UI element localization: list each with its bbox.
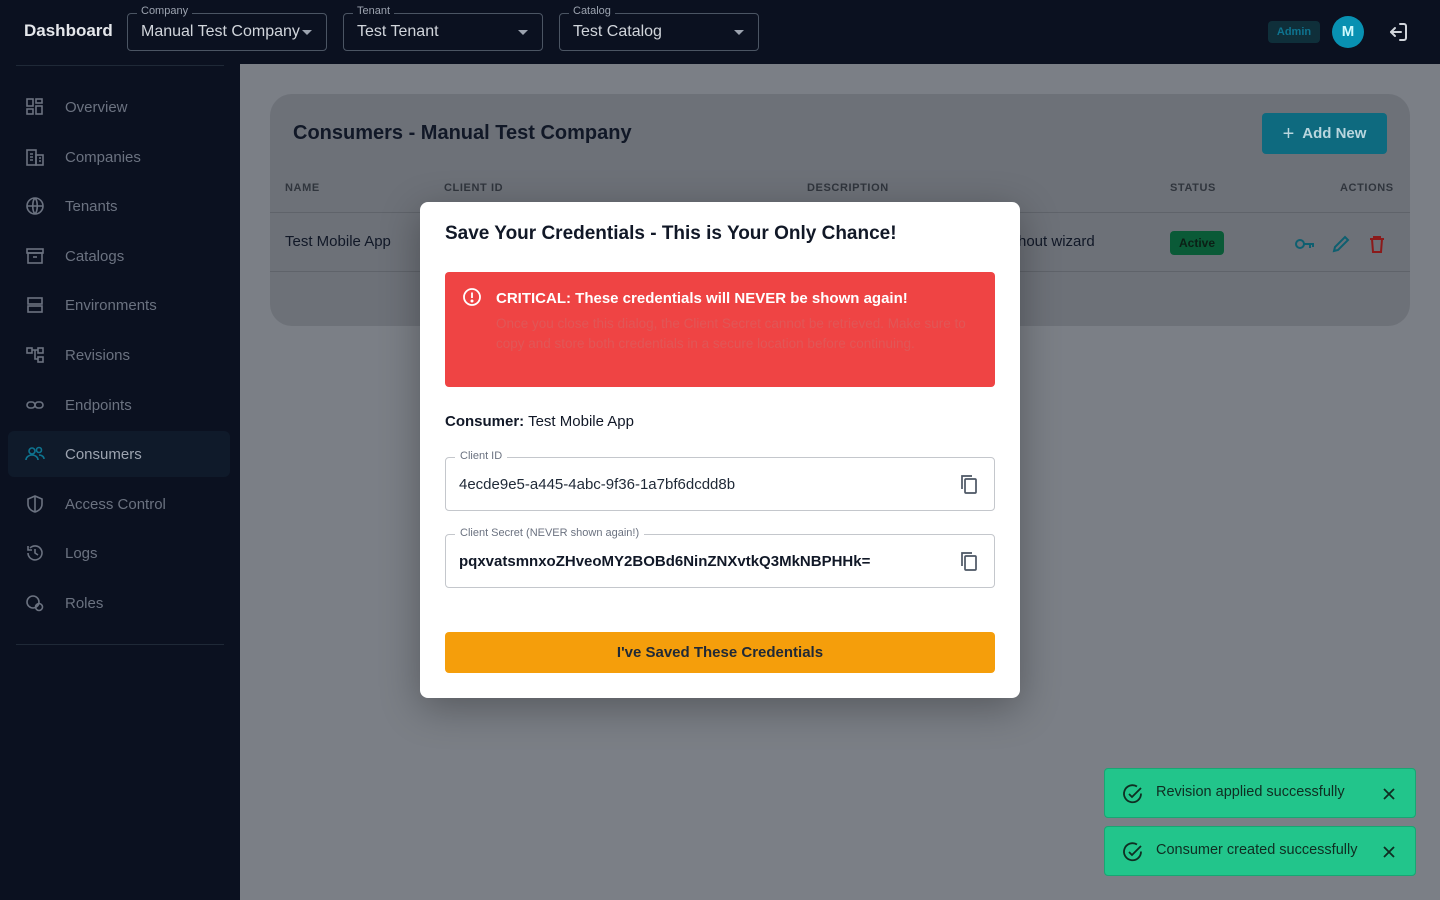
status-badge: Active bbox=[1170, 231, 1224, 255]
client-secret-label: Client Secret (NEVER shown again!) bbox=[455, 527, 645, 539]
column-header-status[interactable]: STATUS bbox=[1170, 182, 1216, 194]
sidebar-item-tenants[interactable]: Tenants bbox=[8, 183, 230, 229]
tenant-select-label: Tenant bbox=[353, 5, 395, 17]
page-title: Consumers - Manual Test Company bbox=[293, 122, 632, 144]
toast-consumer-created: Consumer created successfully bbox=[1104, 826, 1416, 876]
sidebar-item-logs[interactable]: Logs bbox=[8, 530, 230, 576]
column-header-description[interactable]: DESCRIPTION bbox=[807, 182, 889, 194]
client-secret-field[interactable]: Client Secret (NEVER shown again!) pqxva… bbox=[445, 527, 995, 588]
consumer-line: Consumer: Test Mobile App bbox=[445, 413, 634, 430]
company-select[interactable]: Company Manual Test Company bbox=[127, 5, 327, 51]
client-id-value[interactable]: 4ecde9e5-a445-4abc-9f36-1a7bf6dcdd8b bbox=[459, 476, 735, 493]
sidebar-item-label: Overview bbox=[65, 98, 128, 116]
critical-alert: CRITICAL: These credentials will NEVER b… bbox=[445, 272, 995, 387]
catalog-select[interactable]: Catalog Test Catalog bbox=[559, 5, 759, 51]
check-circle-icon bbox=[1122, 783, 1144, 805]
toast-message: Revision applied successfully bbox=[1156, 784, 1345, 800]
saved-credentials-button[interactable]: I've Saved These Credentials bbox=[445, 632, 995, 673]
copy-icon[interactable] bbox=[958, 550, 980, 572]
catalog-select-value: Test Catalog bbox=[573, 23, 662, 40]
users-icon bbox=[25, 444, 45, 464]
building-icon bbox=[25, 147, 45, 167]
column-header-name[interactable]: NAME bbox=[285, 182, 320, 194]
chevron-down-icon bbox=[734, 30, 744, 35]
grid-icon bbox=[25, 97, 45, 117]
sidebar-item-label: Catalogs bbox=[65, 247, 125, 265]
plus-icon: + bbox=[1282, 122, 1295, 145]
sidebar-item-environments[interactable]: Environments bbox=[8, 282, 230, 328]
check-circle-icon bbox=[1122, 841, 1144, 863]
chevron-down-icon bbox=[518, 30, 528, 35]
toast-message: Consumer created successfully bbox=[1156, 842, 1358, 858]
tree-icon bbox=[25, 345, 45, 365]
role-icon bbox=[25, 593, 45, 613]
alert-body: Once you close this dialog, the Client S… bbox=[496, 316, 966, 351]
history-icon bbox=[25, 543, 45, 563]
edit-icon[interactable] bbox=[1330, 233, 1352, 255]
brand-title[interactable]: Dashboard bbox=[24, 21, 113, 41]
sidebar: Overview Companies Tenants Catalogs Envi… bbox=[0, 64, 240, 900]
consumer-name: Test Mobile App bbox=[528, 413, 634, 430]
sidebar-divider-bottom bbox=[16, 644, 224, 645]
close-icon[interactable] bbox=[1380, 785, 1398, 803]
client-id-field[interactable]: Client ID 4ecde9e5-a445-4abc-9f36-1a7bf6… bbox=[445, 450, 995, 511]
avatar[interactable]: M bbox=[1332, 16, 1364, 48]
shield-icon bbox=[25, 494, 45, 514]
consumer-label: Consumer: bbox=[445, 413, 525, 430]
client-id-label: Client ID bbox=[455, 450, 508, 462]
server-icon bbox=[25, 295, 45, 315]
sidebar-item-consumers[interactable]: Consumers bbox=[8, 431, 230, 477]
top-bar: Dashboard Company Manual Test Company Te… bbox=[0, 0, 1440, 64]
close-icon[interactable] bbox=[1380, 843, 1398, 861]
archive-icon bbox=[25, 246, 45, 266]
sidebar-item-overview[interactable]: Overview bbox=[8, 84, 230, 130]
sidebar-item-label: Consumers bbox=[65, 445, 142, 463]
chevron-down-icon bbox=[302, 30, 312, 35]
link-icon bbox=[25, 395, 45, 415]
sidebar-item-label: Endpoints bbox=[65, 396, 132, 414]
sidebar-item-label: Companies bbox=[65, 148, 141, 166]
catalog-select-label: Catalog bbox=[569, 5, 615, 17]
sidebar-item-label: Tenants bbox=[65, 197, 118, 215]
alert-title: CRITICAL: These credentials will NEVER b… bbox=[496, 290, 908, 307]
add-new-button-label: Add New bbox=[1302, 125, 1367, 142]
sidebar-item-label: Logs bbox=[65, 544, 98, 562]
company-select-label: Company bbox=[137, 5, 193, 17]
row-description: hout wizard bbox=[1018, 233, 1095, 250]
globe-icon bbox=[25, 196, 45, 216]
key-icon[interactable] bbox=[1294, 233, 1316, 255]
sidebar-divider-top bbox=[16, 65, 224, 66]
sidebar-item-catalogs[interactable]: Catalogs bbox=[8, 233, 230, 279]
sidebar-item-roles[interactable]: Roles bbox=[8, 580, 230, 626]
alert-circle-icon bbox=[462, 287, 482, 307]
column-header-client-id[interactable]: CLIENT ID bbox=[444, 182, 503, 194]
sidebar-item-access-control[interactable]: Access Control bbox=[8, 481, 230, 527]
add-new-button[interactable]: + Add New bbox=[1262, 113, 1387, 154]
sidebar-item-endpoints[interactable]: Endpoints bbox=[8, 382, 230, 428]
admin-badge: Admin bbox=[1268, 21, 1320, 43]
company-select-value: Manual Test Company bbox=[141, 23, 300, 40]
sidebar-item-label: Revisions bbox=[65, 346, 131, 364]
toast-revision-applied: Revision applied successfully bbox=[1104, 768, 1416, 818]
column-header-actions: ACTIONS bbox=[1340, 182, 1394, 194]
row-name: Test Mobile App bbox=[285, 233, 391, 250]
credentials-dialog: Save Your Credentials - This is Your Onl… bbox=[420, 202, 1020, 698]
copy-icon[interactable] bbox=[958, 473, 980, 495]
sidebar-item-label: Roles bbox=[65, 594, 104, 612]
tenant-select[interactable]: Tenant Test Tenant bbox=[343, 5, 543, 51]
sidebar-item-label: Environments bbox=[65, 296, 157, 314]
sidebar-item-companies[interactable]: Companies bbox=[8, 134, 230, 180]
dialog-title: Save Your Credentials - This is Your Onl… bbox=[445, 223, 897, 244]
sidebar-item-label: Access Control bbox=[65, 495, 166, 513]
logout-icon[interactable] bbox=[1386, 20, 1410, 44]
tenant-select-value: Test Tenant bbox=[357, 23, 439, 40]
client-secret-value[interactable]: pqxvatsmnxoZHveoMY2BOBd6NinZNXvtkQ3MkNBP… bbox=[459, 553, 870, 570]
delete-icon[interactable] bbox=[1366, 233, 1388, 255]
sidebar-item-revisions[interactable]: Revisions bbox=[8, 332, 230, 378]
